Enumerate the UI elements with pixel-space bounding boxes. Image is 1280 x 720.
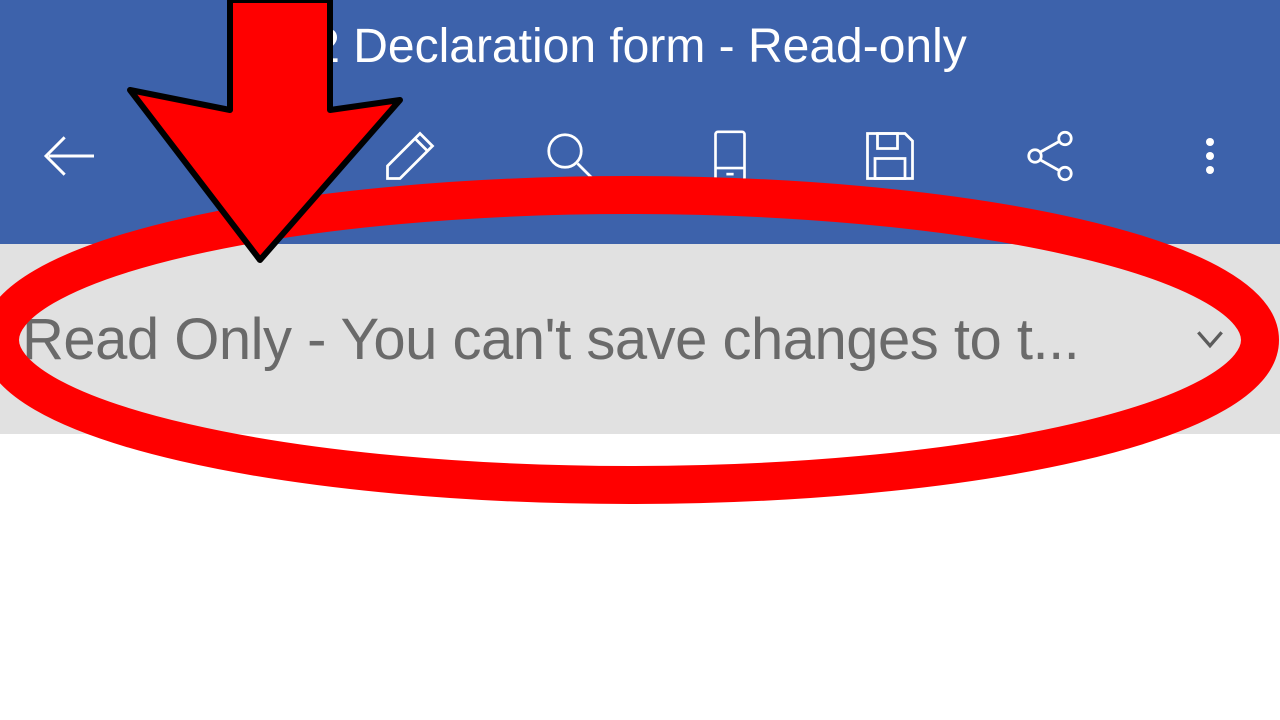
- share-icon: [1020, 126, 1080, 186]
- read-only-notice[interactable]: Read Only - You can't save changes to t.…: [0, 244, 1280, 434]
- share-button[interactable]: [1010, 116, 1090, 196]
- chevron-down-icon: [1190, 319, 1230, 359]
- save-icon: [860, 126, 920, 186]
- back-icon: [38, 124, 102, 188]
- app-header: 2 Declaration form - Read-only: [0, 0, 1280, 244]
- edit-button[interactable]: [370, 116, 450, 196]
- save-button[interactable]: [850, 116, 930, 196]
- toolbar-left: [30, 116, 110, 196]
- more-button[interactable]: [1170, 116, 1250, 196]
- toolbar-right: [370, 116, 1250, 196]
- document-area: [0, 434, 1280, 720]
- back-button[interactable]: [30, 116, 110, 196]
- title-row: 2 Declaration form - Read-only: [0, 0, 1280, 88]
- search-icon: [540, 126, 600, 186]
- search-button[interactable]: [530, 116, 610, 196]
- app-root: 2 Declaration form - Read-only: [0, 0, 1280, 720]
- toolbar: [0, 88, 1280, 244]
- document-title: 2 Declaration form - Read-only: [313, 19, 967, 74]
- read-only-notice-text: Read Only - You can't save changes to t.…: [22, 306, 1079, 373]
- notice-expand[interactable]: [1180, 309, 1240, 369]
- more-vertical-icon: [1186, 126, 1234, 186]
- pencil-icon: [380, 126, 440, 186]
- mobile-view-button[interactable]: [690, 116, 770, 196]
- mobile-view-icon: [701, 127, 759, 185]
